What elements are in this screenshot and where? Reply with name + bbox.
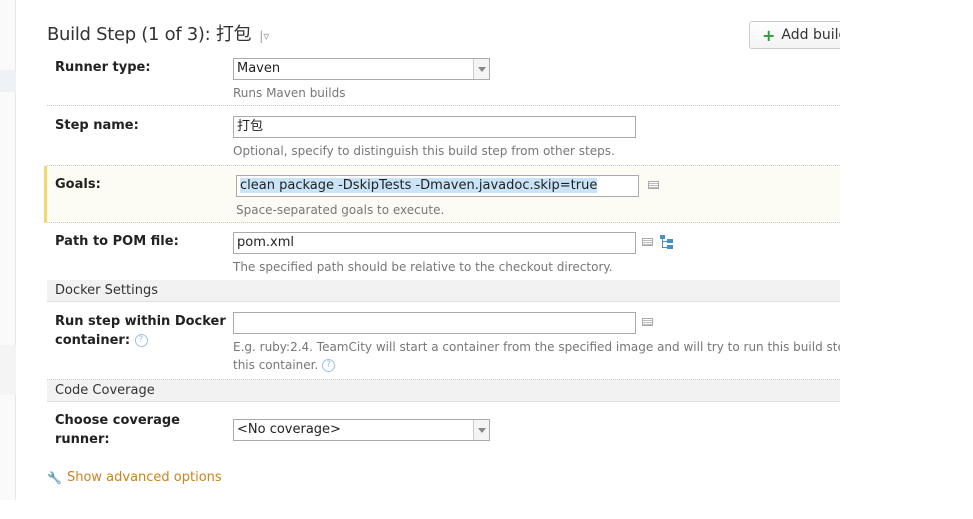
step-name-field: 打包 Optional, specify to distinguish this…: [233, 116, 636, 160]
runner-type-row: Runner type: Maven Runs Maven builds: [47, 52, 840, 106]
show-advanced-options-link[interactable]: 🔧 Show advanced options: [47, 470, 222, 485]
runner-type-field: Maven Runs Maven builds: [233, 58, 490, 102]
pom-path-label: Path to POM file:: [55, 234, 179, 249]
page-header: Build Step (1 of 3): 打包 |▿: [47, 20, 269, 48]
text-editor-icon[interactable]: [642, 238, 653, 246]
pom-path-input[interactable]: pom.xml: [233, 232, 636, 254]
goals-field: clean package -DskipTests -Dmaven.javado…: [236, 175, 639, 219]
runner-type-select[interactable]: Maven: [233, 58, 490, 80]
text-editor-icon[interactable]: [642, 318, 653, 326]
docker-note-line2: this container.: [233, 358, 319, 372]
docker-note-line2-wrap: this container. ?: [233, 356, 840, 374]
step-name-input[interactable]: 打包: [233, 116, 636, 138]
docker-note-line1: E.g. ruby:2.4. TeamCity will start a con…: [233, 340, 840, 354]
pom-path-note: The specified path should be relative to…: [233, 260, 613, 274]
left-panel-marker: [0, 345, 16, 395]
step-name-note: Optional, specify to distinguish this bu…: [233, 144, 615, 158]
wrench-icon: 🔧: [47, 470, 62, 485]
docker-container-label-line2: container:: [55, 333, 131, 348]
show-advanced-options-label: Show advanced options: [66, 470, 222, 485]
step-name-row: Step name: 打包 Optional, specify to disti…: [47, 106, 840, 166]
chevron-down-icon: [473, 59, 489, 79]
docker-settings-section-header: Docker Settings: [47, 280, 840, 302]
coverage-runner-value: <No coverage>: [237, 422, 341, 437]
docker-container-row: Run step within Docker container: ? E.g.…: [47, 303, 840, 380]
docker-container-note: E.g. ruby:2.4. TeamCity will start a con…: [233, 338, 840, 374]
file-tree-icon[interactable]: [660, 235, 674, 249]
pom-path-field: pom.xml The specified path should be rel…: [233, 232, 636, 276]
help-icon[interactable]: ?: [322, 359, 336, 372]
chevron-down-icon: [473, 420, 489, 440]
coverage-runner-select[interactable]: <No coverage>: [233, 419, 490, 441]
coverage-runner-label-line2: runner:: [55, 432, 110, 447]
coverage-runner-label: Choose coverage runner:: [55, 411, 180, 449]
add-build-step-label: Add build: [781, 27, 840, 43]
pom-path-row: Path to POM file: pom.xml The specified …: [47, 223, 840, 281]
page-title: Build Step (1 of 3): 打包: [47, 24, 252, 45]
runner-type-value: Maven: [237, 61, 281, 76]
coverage-runner-label-line1: Choose coverage: [55, 413, 180, 428]
docker-container-label-line1: Run step within Docker: [55, 314, 226, 329]
text-editor-icon[interactable]: [648, 181, 659, 189]
left-panel-marker: [0, 70, 16, 92]
runner-type-note: Runs Maven builds: [233, 86, 346, 100]
goals-row: Goals: clean package -DskipTests -Dmaven…: [44, 166, 840, 223]
goals-label: Goals:: [55, 177, 101, 192]
build-step-editor: Build Step (1 of 3): 打包 |▿ + Add build R…: [16, 0, 840, 519]
goals-input[interactable]: clean package -DskipTests -Dmaven.javado…: [236, 175, 639, 197]
code-coverage-section-header: Code Coverage: [47, 380, 840, 402]
docker-container-field: E.g. ruby:2.4. TeamCity will start a con…: [233, 312, 840, 374]
goals-value: clean package -DskipTests -Dmaven.javado…: [240, 178, 598, 193]
coverage-runner-row: Choose coverage runner: <No coverage>: [47, 403, 840, 455]
docker-container-label: Run step within Docker container: ?: [55, 312, 226, 350]
docker-container-label-line2-wrap: container: ?: [55, 331, 226, 350]
help-icon[interactable]: ?: [134, 334, 148, 347]
step-name-label: Step name:: [55, 118, 139, 133]
add-build-step-button[interactable]: + Add build: [749, 21, 840, 49]
coverage-runner-field: <No coverage>: [233, 419, 490, 441]
step-menu-dropdown[interactable]: |▿: [259, 29, 269, 43]
docker-image-input[interactable]: [233, 312, 636, 334]
goals-note: Space-separated goals to execute.: [236, 203, 445, 217]
plus-icon: +: [762, 25, 776, 45]
left-panel-edge: [0, 0, 16, 500]
runner-type-label: Runner type:: [55, 60, 151, 75]
